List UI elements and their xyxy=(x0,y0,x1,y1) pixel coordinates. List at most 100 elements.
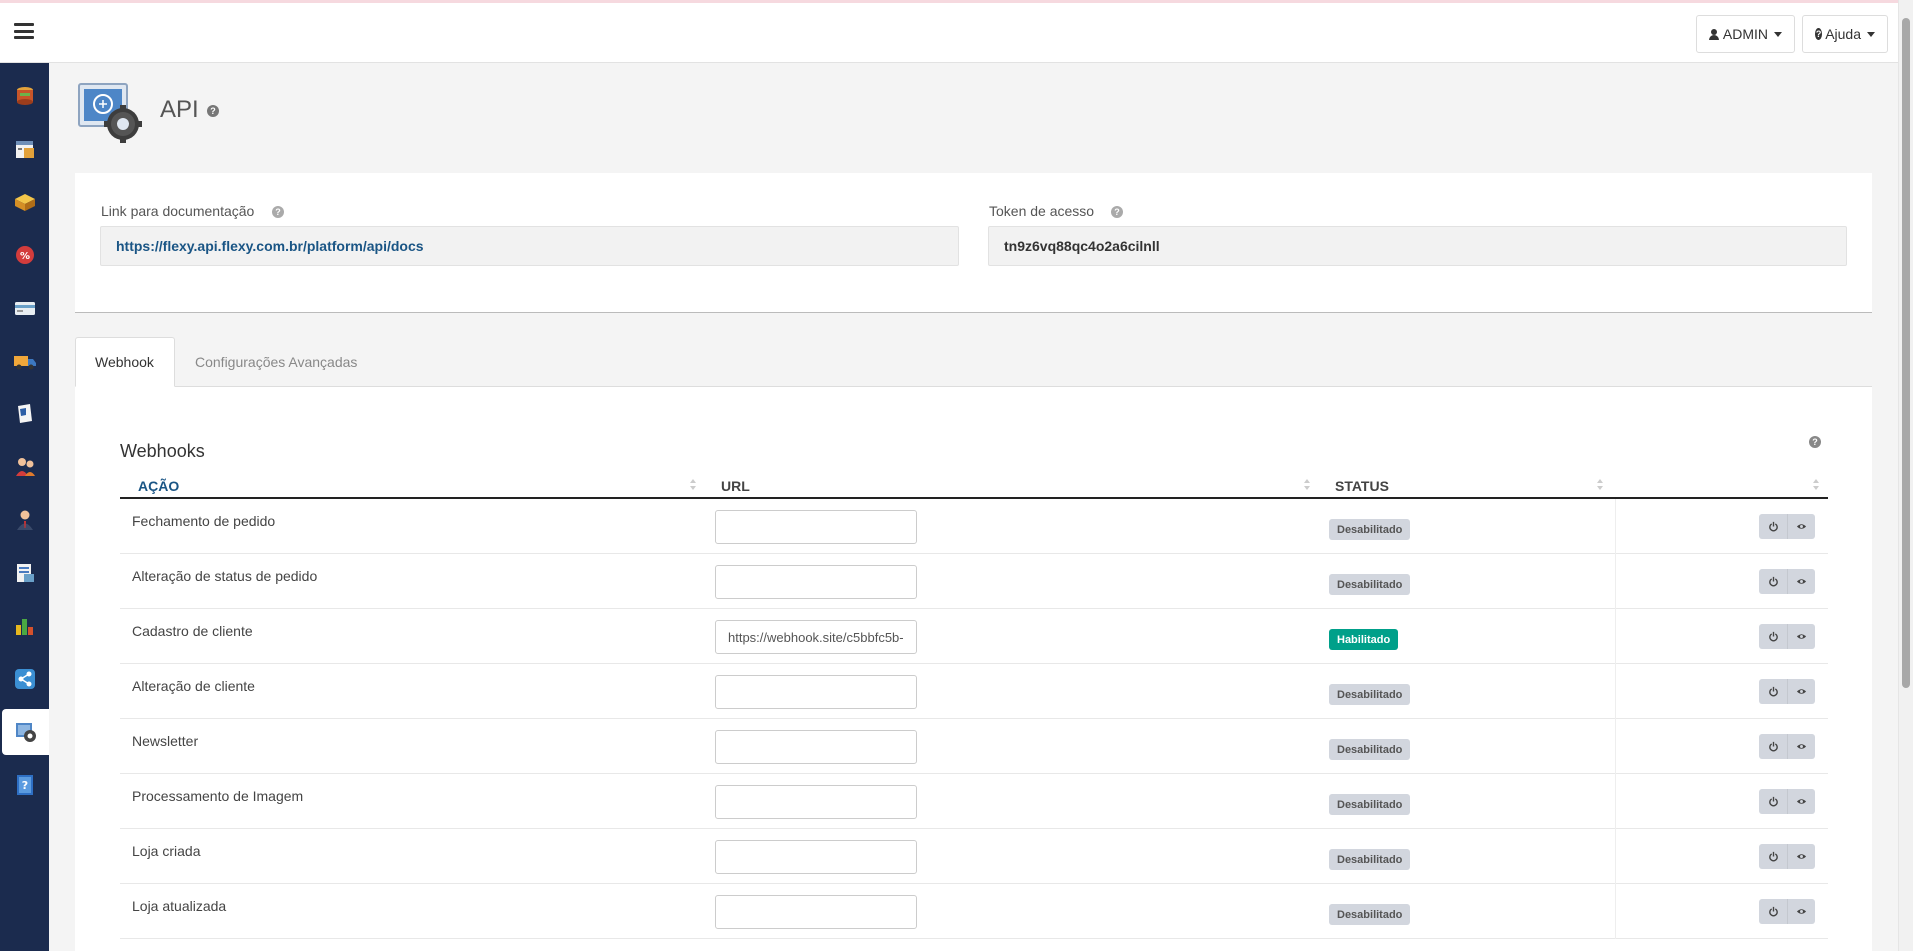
discount-icon: % xyxy=(15,246,34,264)
stats-icon xyxy=(15,619,33,635)
column-divider xyxy=(1615,719,1616,774)
sort-icon[interactable] xyxy=(690,479,697,491)
sidebar-item-reports[interactable] xyxy=(0,550,49,596)
sort-icon[interactable] xyxy=(1304,479,1311,491)
webhook-action-label: Loja criada xyxy=(132,843,201,859)
column-header-acao[interactable]: AÇÃO xyxy=(138,472,179,499)
toggle-power-button[interactable] xyxy=(1759,899,1787,924)
sidebar-item-database[interactable] xyxy=(0,73,49,119)
webhook-url-input[interactable] xyxy=(715,620,917,654)
column-divider xyxy=(1615,609,1616,664)
column-header-label: STATUS xyxy=(1335,477,1389,494)
webhooks-panel: Webhooks ? AÇÃO URL STATUS Fechamento de… xyxy=(75,387,1872,951)
question-circle-icon[interactable]: ? xyxy=(1809,436,1821,448)
row-actions xyxy=(1759,679,1815,704)
question-circle-icon[interactable]: ? xyxy=(272,206,284,218)
webhook-url-input[interactable] xyxy=(715,510,917,544)
token-value: tn9z6vq88qc4o2a6cilnll xyxy=(1004,238,1160,254)
toggle-power-button[interactable] xyxy=(1759,624,1787,649)
status-badge: Desabilitado xyxy=(1329,574,1411,595)
sidebar-item-help[interactable]: ? xyxy=(0,762,49,808)
status-badge: Desabilitado xyxy=(1329,684,1411,705)
doc-link-label: Link para documentação xyxy=(101,203,255,219)
webhook-action-label: Loja atualizada xyxy=(132,898,227,914)
page-title: API xyxy=(160,96,199,123)
view-button[interactable] xyxy=(1787,844,1815,869)
sidebar-item-customers[interactable] xyxy=(0,444,49,490)
toggle-power-button[interactable] xyxy=(1759,569,1787,594)
svg-text:%: % xyxy=(19,251,29,262)
sidebar-item-discount[interactable]: % xyxy=(0,232,49,278)
sidebar-item-share[interactable] xyxy=(0,656,49,702)
caret-down-icon xyxy=(1774,31,1782,37)
question-circle-icon[interactable]: ? xyxy=(1111,206,1123,218)
database-icon xyxy=(16,87,33,105)
webhook-url-input[interactable] xyxy=(715,565,917,599)
sidebar-item-api[interactable] xyxy=(2,709,49,755)
toggle-power-button[interactable] xyxy=(1759,844,1787,869)
sidebar-item-catalog[interactable] xyxy=(0,126,49,172)
api-credentials-card: Link para documentação ? https://flexy.a… xyxy=(75,173,1872,313)
eye-icon xyxy=(1796,519,1807,535)
sidebar-item-delivery[interactable] xyxy=(0,338,49,384)
table-row: Loja criada Desabilitado xyxy=(120,829,1828,884)
question-circle-icon[interactable]: ? xyxy=(207,105,219,117)
sidebar-item-document[interactable] xyxy=(0,391,49,437)
view-button[interactable] xyxy=(1787,569,1815,594)
table-row: Fechamento de pedido Desabilitado xyxy=(120,499,1828,554)
eye-icon xyxy=(1796,904,1807,920)
table-row: Loja atualizada Desabilitado xyxy=(120,884,1828,939)
sort-icon[interactable] xyxy=(1597,479,1604,491)
view-button[interactable] xyxy=(1787,679,1815,704)
doc-link[interactable]: https://flexy.api.flexy.com.br/platform/… xyxy=(116,238,424,254)
view-button[interactable] xyxy=(1787,734,1815,759)
menu-toggle-icon[interactable] xyxy=(14,23,34,39)
row-actions xyxy=(1759,844,1815,869)
webhook-action-label: Processamento de Imagem xyxy=(132,788,304,804)
scrollbar-thumb[interactable] xyxy=(1902,18,1910,688)
column-divider xyxy=(1615,884,1616,939)
webhook-url-input[interactable] xyxy=(715,785,917,819)
sort-icon[interactable] xyxy=(1813,479,1820,491)
toggle-power-button[interactable] xyxy=(1759,789,1787,814)
customers-icon xyxy=(15,458,35,476)
sidebar-item-stats[interactable] xyxy=(0,603,49,649)
status-badge: Desabilitado xyxy=(1329,904,1411,925)
tab-advanced-settings[interactable]: Configurações Avançadas xyxy=(176,337,376,387)
toggle-power-button[interactable] xyxy=(1759,514,1787,539)
status-badge: Habilitado xyxy=(1329,629,1399,650)
sidebar-item-payment[interactable] xyxy=(0,285,49,331)
token-field[interactable]: tn9z6vq88qc4o2a6cilnll xyxy=(988,226,1847,266)
tab-webhook[interactable]: Webhook xyxy=(75,337,175,387)
question-circle-icon: ? xyxy=(1815,28,1823,40)
column-divider xyxy=(1615,774,1616,829)
view-button[interactable] xyxy=(1787,514,1815,539)
eye-icon xyxy=(1796,849,1807,865)
sidebar-item-user-admin[interactable] xyxy=(0,497,49,543)
view-button[interactable] xyxy=(1787,789,1815,814)
help-menu-button[interactable]: ? Ajuda xyxy=(1802,15,1888,53)
catalog-icon xyxy=(15,141,34,158)
webhook-url-input[interactable] xyxy=(715,895,917,929)
sidebar: % ? xyxy=(0,63,49,951)
status-badge: Desabilitado xyxy=(1329,794,1411,815)
boxes-icon xyxy=(14,194,35,211)
token-label: Token de acesso xyxy=(989,203,1095,219)
admin-menu-button[interactable]: ADMIN xyxy=(1696,15,1795,53)
toggle-power-button[interactable] xyxy=(1759,679,1787,704)
toggle-power-button[interactable] xyxy=(1759,734,1787,759)
view-button[interactable] xyxy=(1787,899,1815,924)
payment-card-icon xyxy=(14,302,35,315)
webhook-action-label: Newsletter xyxy=(132,733,199,749)
column-header-url[interactable]: URL xyxy=(721,472,750,499)
column-header-status[interactable]: STATUS xyxy=(1335,472,1389,499)
page-scrollbar[interactable] xyxy=(1898,0,1913,951)
webhook-url-input[interactable] xyxy=(715,675,917,709)
power-icon xyxy=(1768,849,1779,865)
webhook-url-input[interactable] xyxy=(715,840,917,874)
power-icon xyxy=(1768,519,1779,535)
sidebar-item-boxes[interactable] xyxy=(0,179,49,225)
webhook-url-input[interactable] xyxy=(715,730,917,764)
power-icon xyxy=(1768,574,1779,590)
view-button[interactable] xyxy=(1787,624,1815,649)
